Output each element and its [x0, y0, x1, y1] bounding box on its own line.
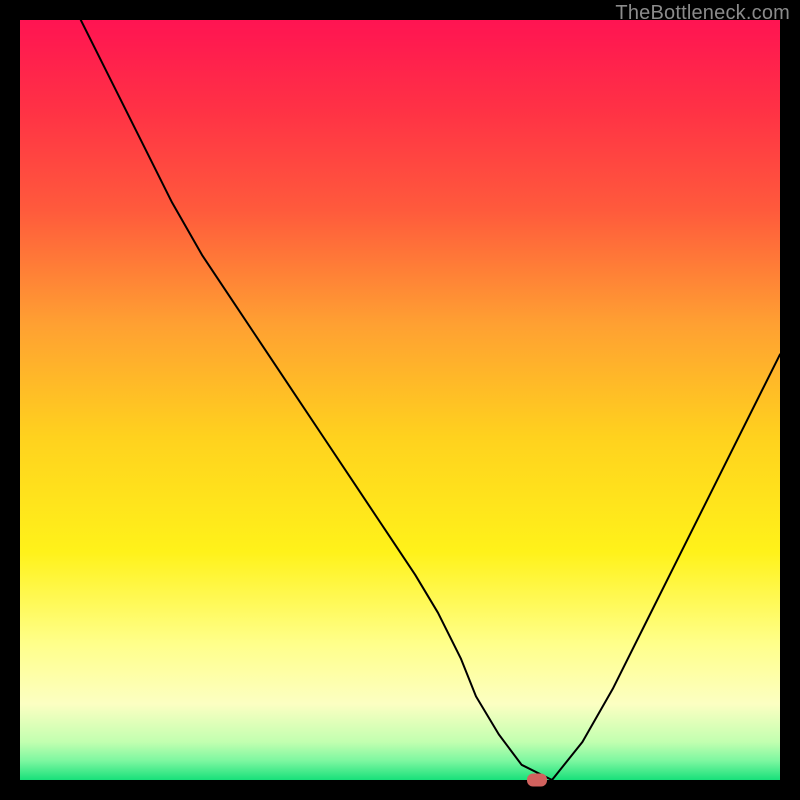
bottleneck-curve	[20, 20, 780, 780]
chart-frame: TheBottleneck.com	[0, 0, 800, 800]
plot-area	[20, 20, 780, 780]
optimal-point-marker	[527, 774, 547, 787]
